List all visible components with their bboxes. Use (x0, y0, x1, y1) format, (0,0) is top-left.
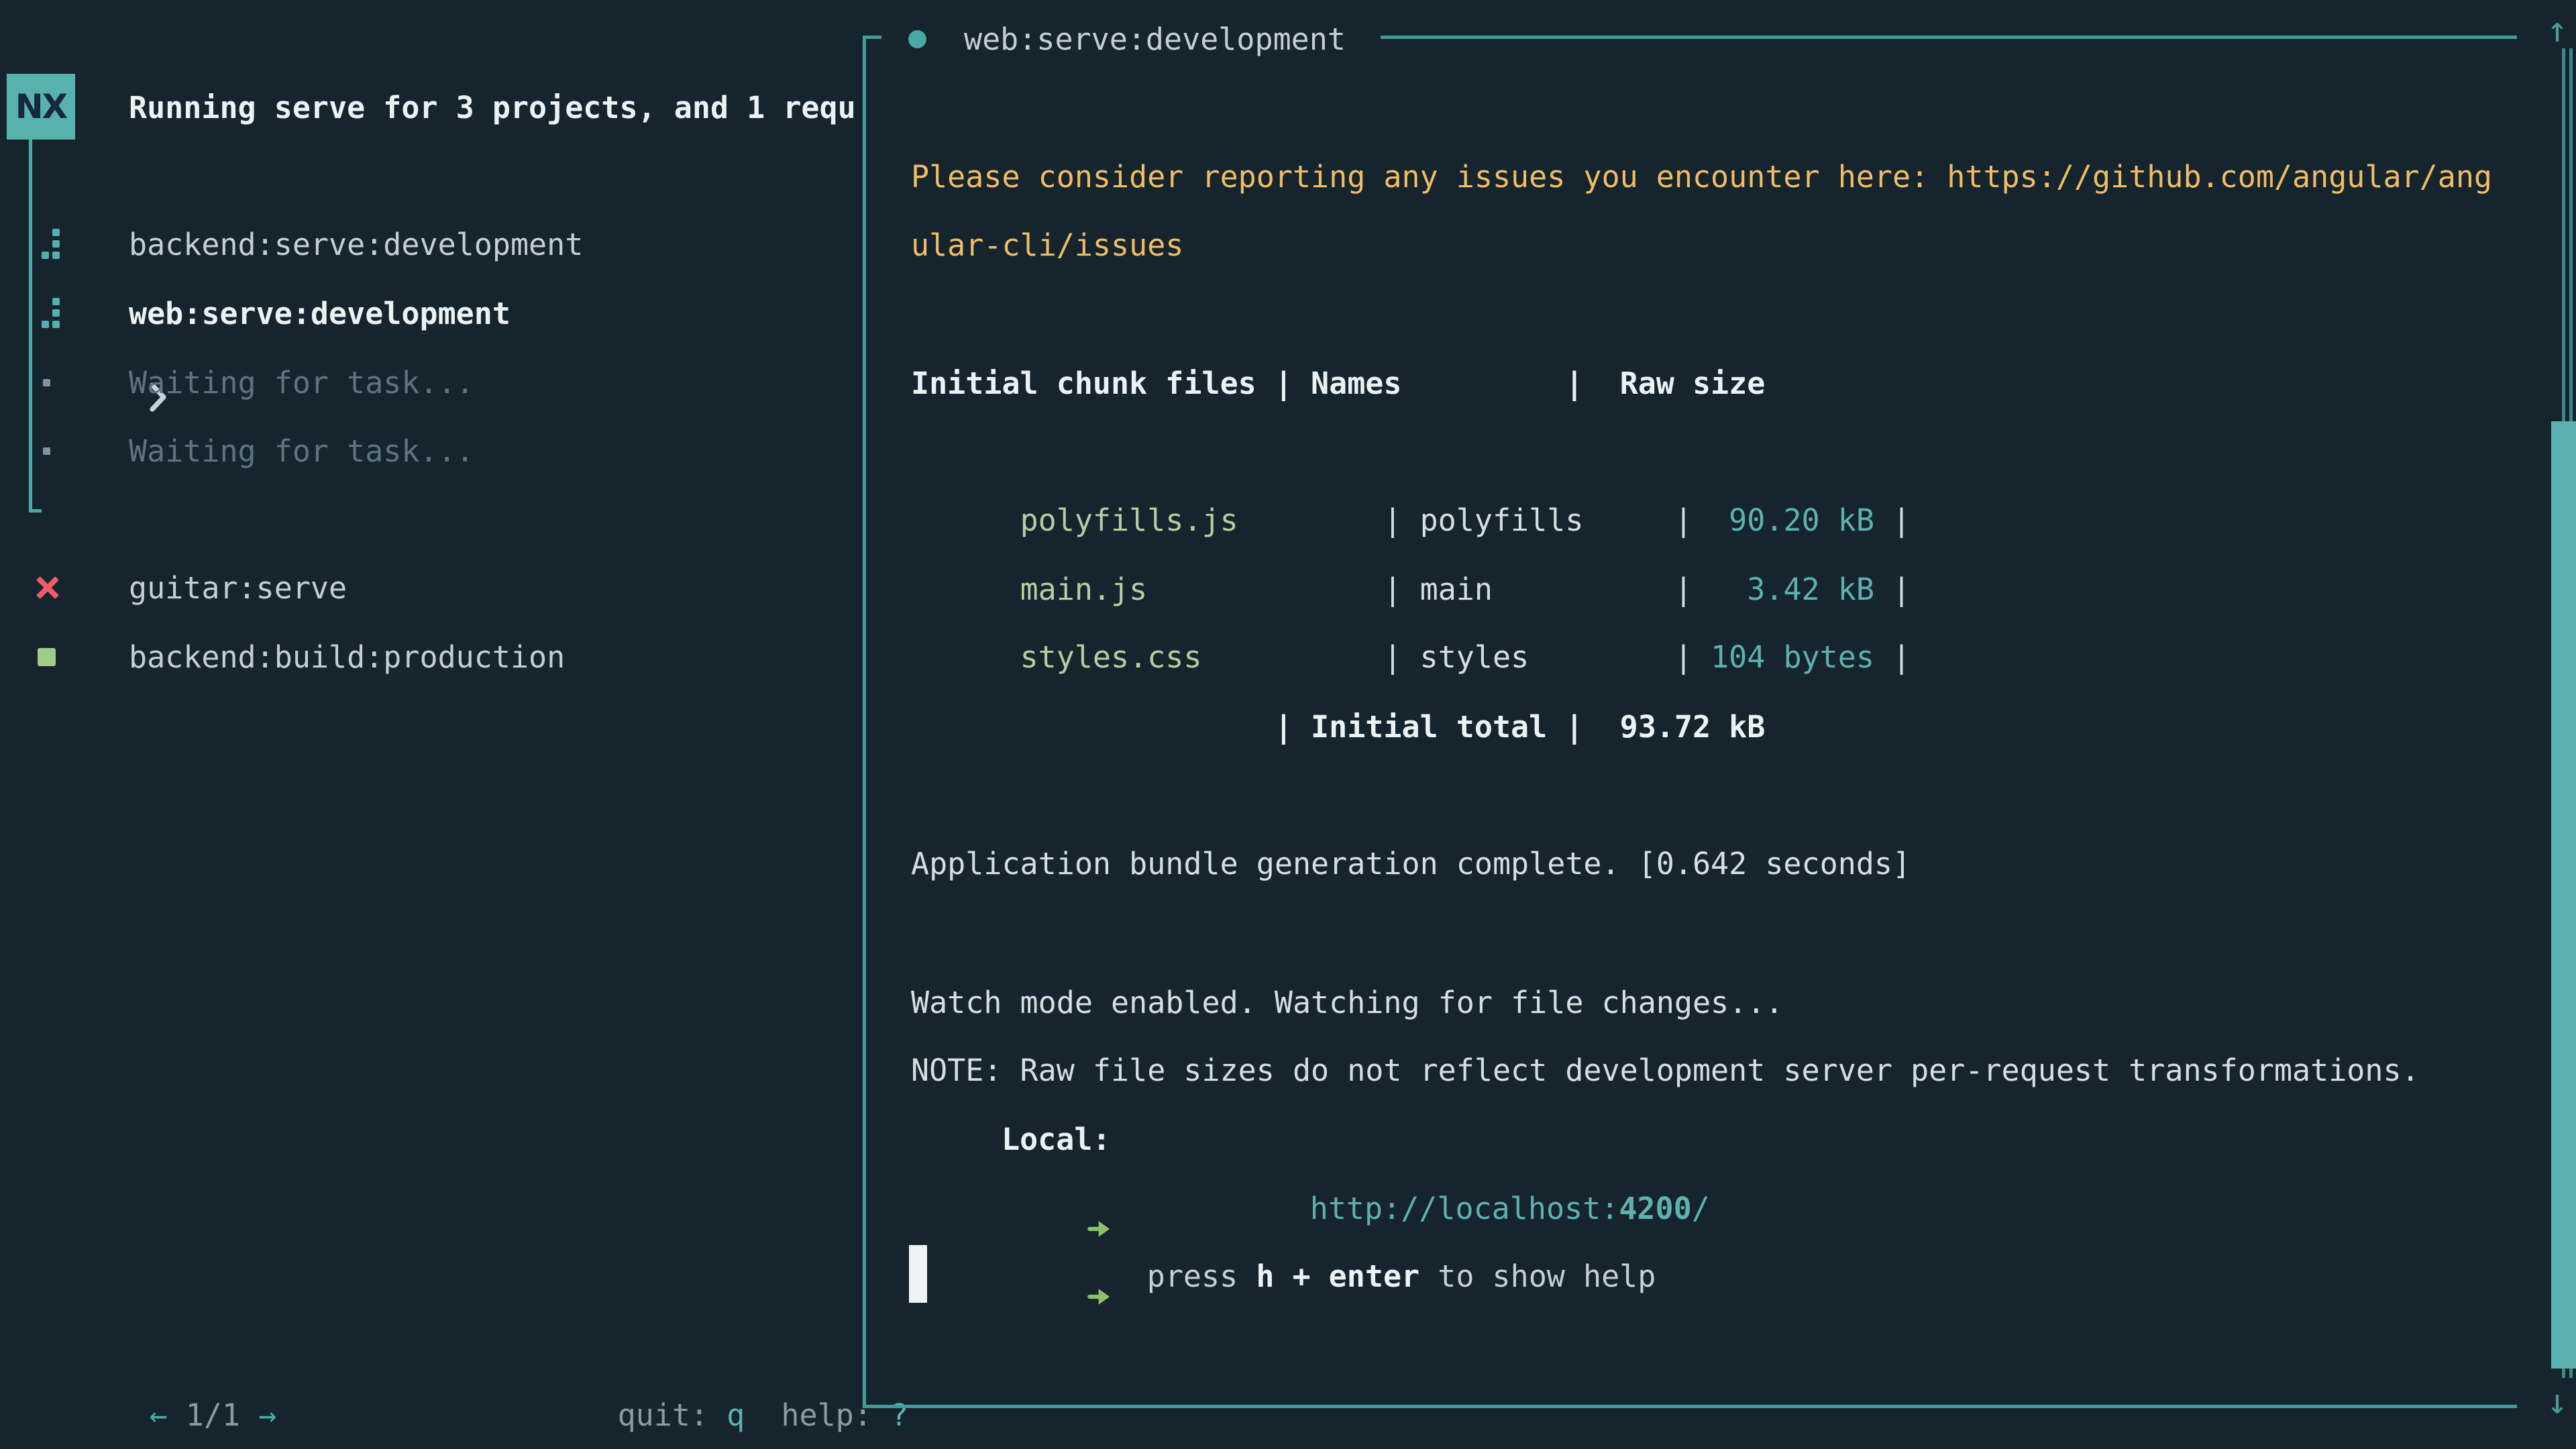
success-square-icon (38, 648, 56, 666)
output-panel-title: web:serve:development (964, 5, 1346, 74)
help-hint-post: to show help (1419, 1258, 1656, 1294)
terminal-cursor (909, 1245, 927, 1303)
spinner-icon (42, 229, 62, 260)
bundle-complete-line: Application bundle generation complete. … (911, 829, 1911, 898)
task-label: Waiting for task... (129, 417, 474, 486)
quit-label: quit: (618, 1397, 727, 1433)
task-list-title: Running serve for 3 projects, and 1 requ (129, 73, 856, 142)
running-status-dot-icon (908, 30, 926, 48)
scroll-down-arrow-icon[interactable]: ↓ (2538, 1368, 2576, 1437)
keybar: quit: q help: ? (508, 1311, 908, 1381)
pagination: ← 1/1 → (40, 1311, 276, 1381)
panel-border-bottom (863, 1405, 2517, 1408)
spinner-icon (42, 298, 62, 329)
chunk-size: 104 bytes (1693, 639, 1874, 675)
chunk-table-header: Initial chunk files | Names | Raw size (911, 349, 1765, 418)
page-next-arrow-icon[interactable]: → (258, 1397, 276, 1433)
keybar-spacer (745, 1397, 781, 1433)
help-hint-pre: press (1147, 1258, 1256, 1294)
output-panel: web:serve:development Please consider re… (863, 0, 2576, 1449)
terminal-screen: NX Running serve for 3 projects, and 1 r… (0, 0, 2576, 1449)
task-label: Waiting for task... (129, 348, 474, 417)
task-label: backend:serve:development (129, 210, 583, 279)
task-row-waiting-2[interactable]: Waiting for task... (0, 417, 859, 486)
pending-dot-icon (43, 379, 50, 386)
notice-line-2: ular-cli/issues (911, 211, 1183, 280)
notice-line-1: Please consider reporting any issues you… (911, 142, 2492, 211)
chunk-row-tail: | (1874, 639, 1911, 675)
panel-border-top (1381, 36, 2517, 39)
task-row-backend-build[interactable]: backend:build:production (0, 623, 859, 692)
chunk-file: styles.css (1020, 639, 1202, 675)
note-line: NOTE: Raw file sizes do not reflect deve… (911, 1036, 2420, 1105)
panel-border-left (863, 36, 866, 1408)
nx-logo-text: NX (15, 87, 66, 126)
page-indicator: 1/1 (168, 1397, 258, 1433)
help-hint-keys: h + enter (1256, 1258, 1419, 1294)
scrollbar-thumb[interactable] (2551, 421, 2576, 1368)
task-list-panel: NX Running serve for 3 projects, and 1 r… (0, 0, 863, 1449)
task-row-backend-serve[interactable]: backend:serve:development (0, 210, 859, 279)
page-prev-arrow-icon[interactable]: ← (150, 1397, 168, 1433)
pending-dot-icon (43, 447, 50, 455)
local-label: Local: (1002, 1105, 1111, 1174)
help-hint-line: press h + enter to show help (911, 1173, 2454, 1242)
panel-border-top-stub (863, 36, 881, 39)
task-row-guitar-serve[interactable]: guitar:serve (0, 553, 859, 623)
nx-logo: NX (7, 74, 75, 140)
chunk-table-row: polyfills.js | polyfills | 90.20 kB | (911, 417, 1911, 486)
chunk-table-row: styles.css | styles | 104 bytes | (911, 553, 1911, 623)
watch-mode-line: Watch mode enabled. Watching for file ch… (911, 968, 1783, 1037)
initial-total-row: | Initial total | 93.72 kB (911, 692, 1765, 761)
task-row-waiting-1[interactable]: Waiting for task... (0, 348, 859, 417)
chunk-name: | styles | (1202, 639, 1693, 675)
task-label: backend:build:production (129, 623, 565, 692)
chunk-table-row: main.js | main | 3.42 kB | (911, 486, 1911, 555)
task-row-web-serve[interactable]: web:serve:development (0, 279, 859, 348)
task-label: web:serve:development (129, 279, 511, 348)
help-hint-text: press h + enter to show help (1002, 1173, 1656, 1380)
local-url-line: Local: http://localhost:4200/ (911, 1105, 2454, 1174)
quit-key: q (727, 1397, 745, 1433)
task-label: guitar:serve (129, 553, 347, 623)
failed-x-icon (35, 576, 59, 600)
